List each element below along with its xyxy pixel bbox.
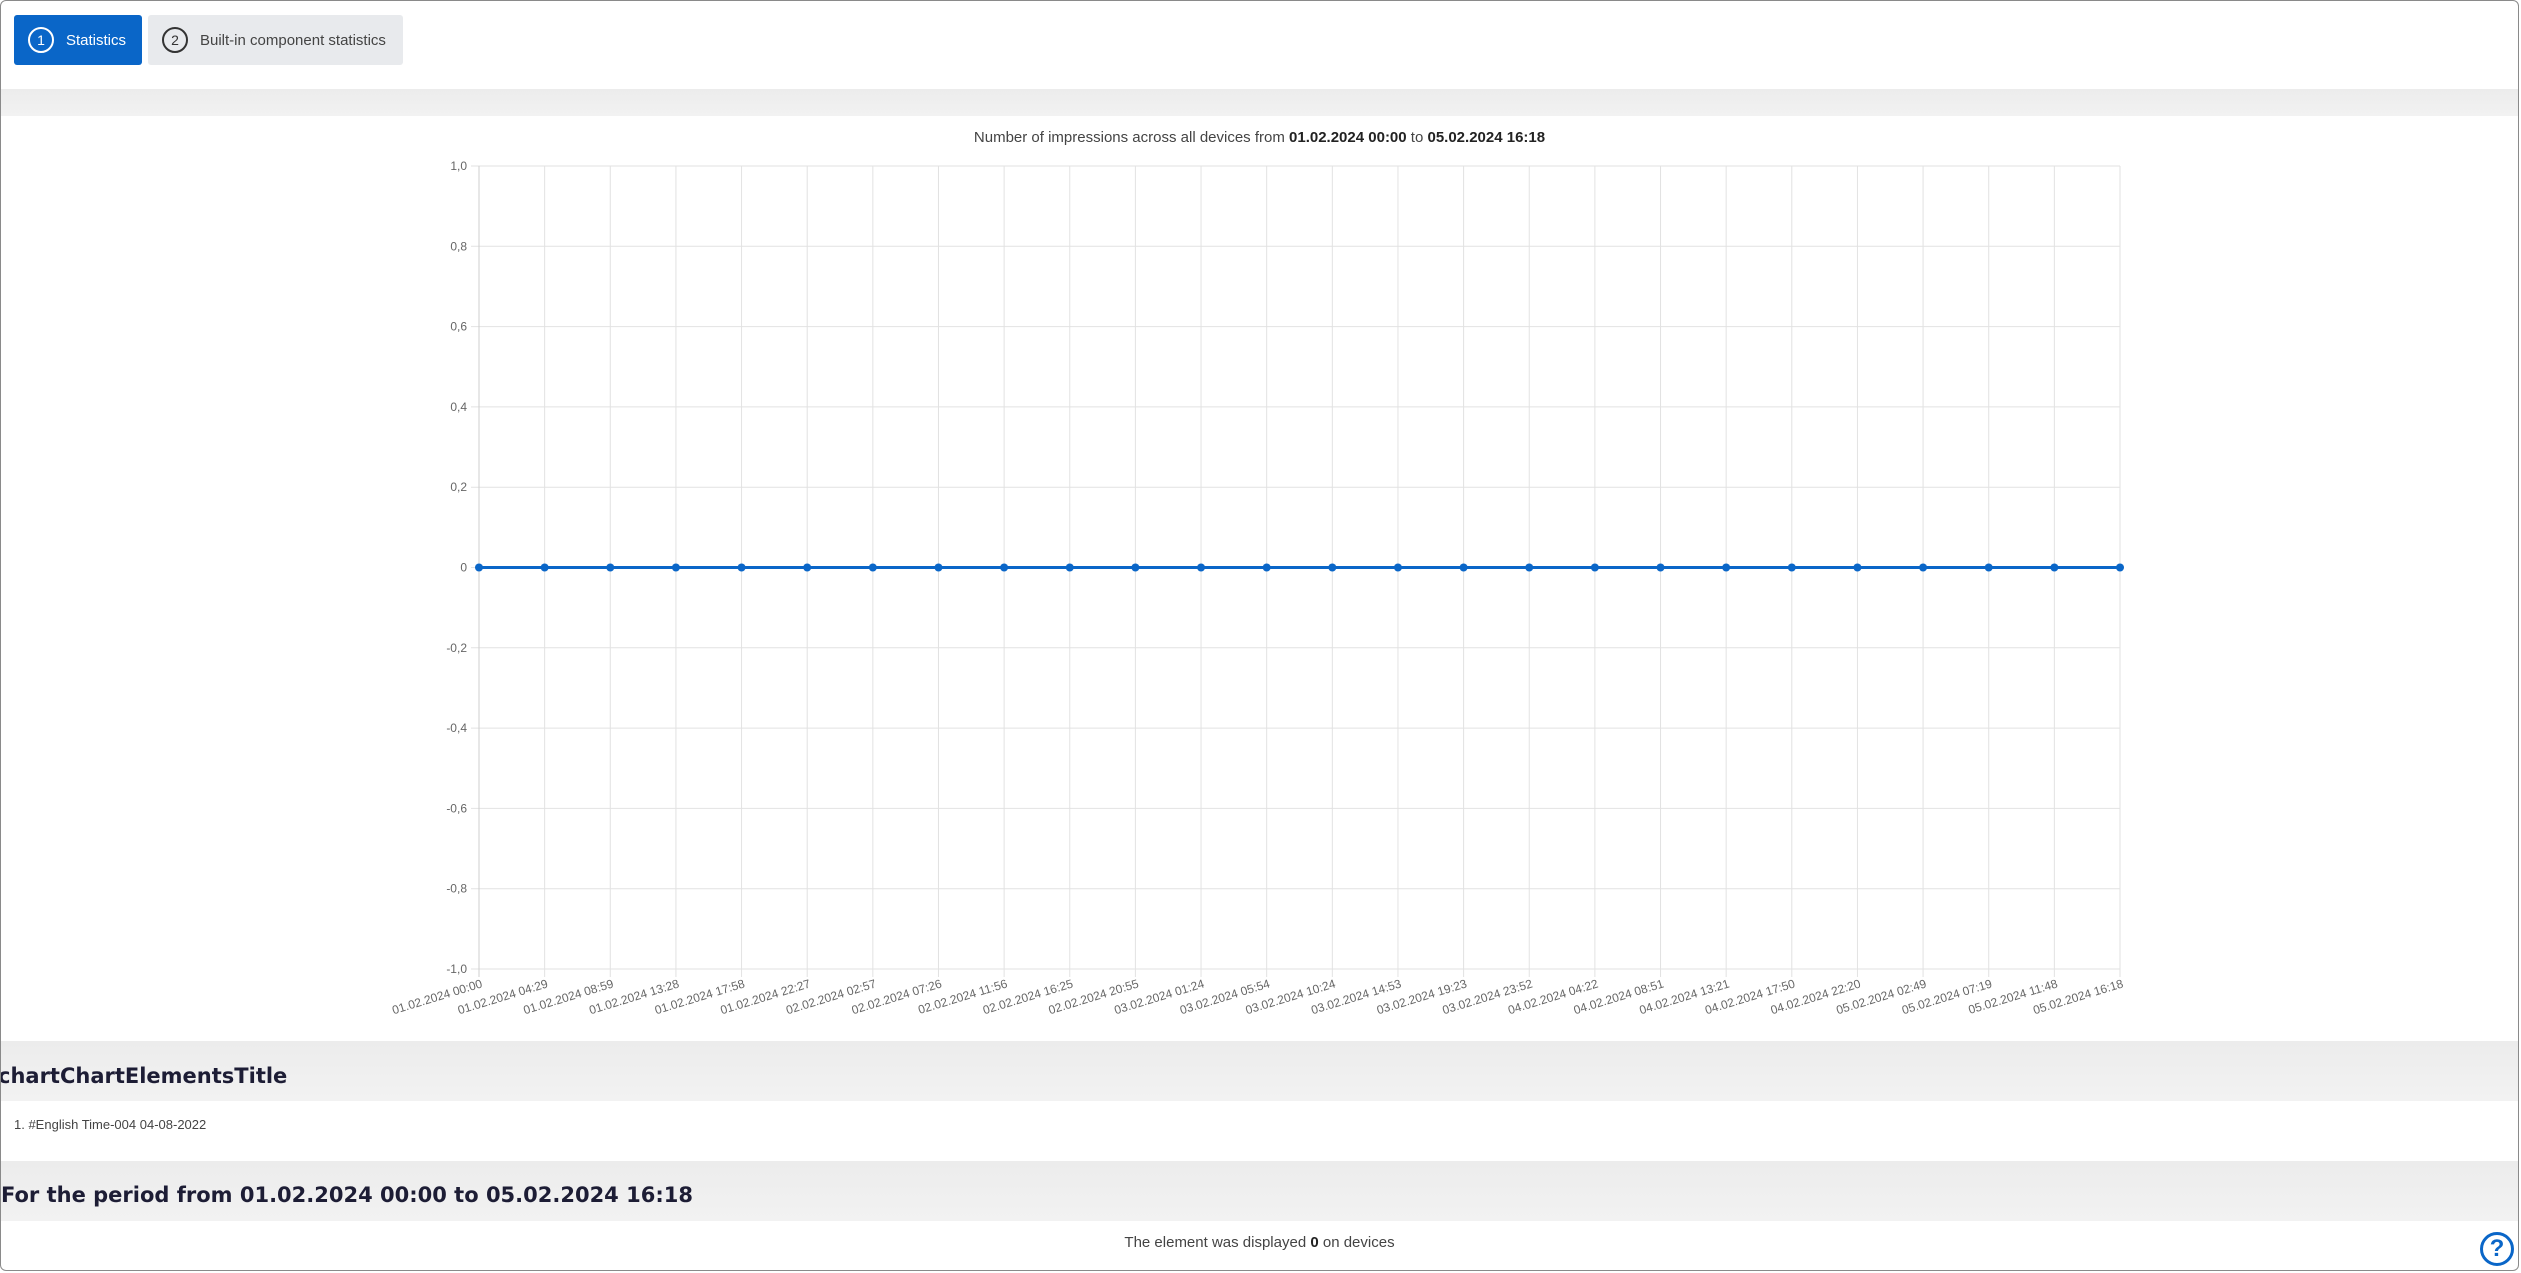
y-tick-label: -0,2 (446, 641, 467, 655)
data-point (1328, 563, 1337, 572)
tab-bar: 1 Statistics 2 Built-in component statis… (14, 15, 403, 65)
data-point (2116, 563, 2124, 572)
data-point (1853, 563, 1862, 572)
period-section-title: For the period from 01.02.2024 00:00 to … (1, 1183, 693, 1207)
data-point (1656, 563, 1665, 572)
y-tick-label: -1,0 (446, 962, 467, 976)
data-point (1722, 563, 1731, 572)
data-point (2050, 563, 2059, 572)
y-tick-label: -0,8 (446, 882, 467, 896)
data-point (934, 563, 943, 572)
data-point (1393, 563, 1402, 572)
period-section-header: For the period from 01.02.2024 00:00 to … (1, 1161, 2518, 1221)
impressions-line-chart: 1,00,80,60,40,20-0,2-0,4-0,6-0,8-1,001.0… (390, 159, 2125, 1017)
tab-number-badge: 2 (162, 27, 188, 53)
y-tick-label: 0,2 (450, 480, 467, 494)
data-point (803, 563, 812, 572)
data-point (1984, 563, 1993, 572)
statistics-window: 1 Statistics 2 Built-in component statis… (0, 0, 2519, 1271)
tab-built-in-component-statistics[interactable]: 2 Built-in component statistics (148, 15, 403, 65)
data-point (1065, 563, 1074, 572)
y-tick-label: 0,4 (450, 400, 467, 414)
section-divider (1, 89, 2518, 116)
y-tick-label: 1,0 (450, 159, 467, 173)
display-count-text: The element was displayed 0 on devices (1, 1234, 2518, 1251)
y-tick-label: 0,8 (450, 239, 467, 253)
y-tick-label: -0,4 (446, 721, 467, 735)
y-tick-label: 0,6 (450, 320, 467, 334)
display-count-suffix: on devices (1322, 1234, 1395, 1251)
y-tick-label: -0,6 (446, 801, 467, 815)
data-point (1590, 563, 1599, 572)
data-point (475, 563, 483, 572)
data-point (1459, 563, 1468, 572)
data-point (1000, 563, 1009, 572)
elements-section-header: chartChartElementsTitle (1, 1041, 2518, 1101)
data-point (671, 563, 680, 572)
data-point (1919, 563, 1928, 572)
data-point (737, 563, 746, 572)
data-point (1525, 563, 1534, 572)
list-item: 1. #English Time-004 04-08-2022 (14, 1117, 207, 1132)
data-point (1131, 563, 1140, 572)
help-question-icon[interactable]: ? (2480, 1232, 2514, 1266)
data-point (868, 563, 877, 572)
data-point (606, 563, 615, 572)
tab-number-badge: 1 (28, 27, 54, 53)
display-count-prefix: The element was displayed (1124, 1234, 1307, 1251)
display-count-value: 0 (1310, 1234, 1319, 1251)
data-point (540, 563, 549, 572)
tab-statistics[interactable]: 1 Statistics (14, 15, 142, 65)
y-tick-label: 0 (460, 561, 467, 575)
tab-label: Built-in component statistics (200, 31, 386, 49)
data-point (1197, 563, 1206, 572)
data-point (1787, 563, 1796, 572)
elements-section-title: chartChartElementsTitle (0, 1064, 288, 1088)
tab-label: Statistics (66, 31, 127, 49)
data-point (1262, 563, 1271, 572)
